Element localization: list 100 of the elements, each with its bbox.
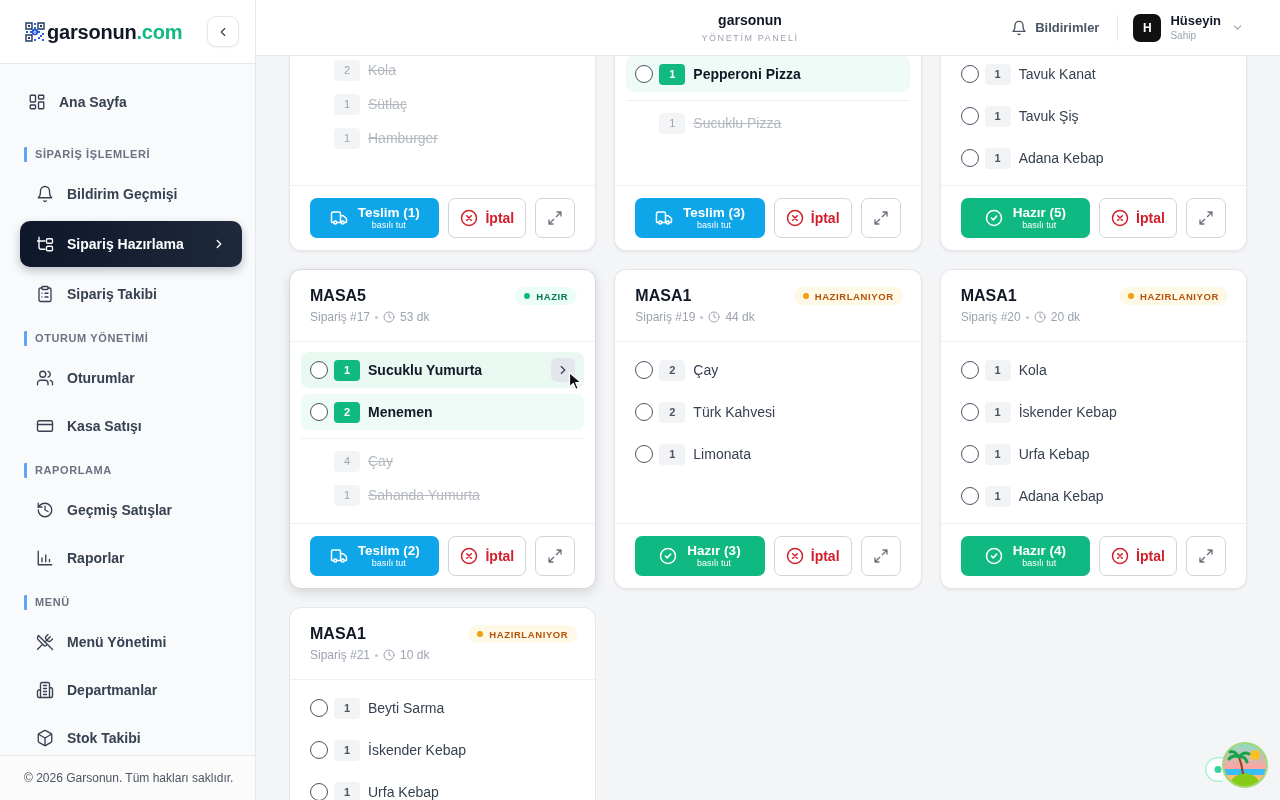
checkbox[interactable] — [960, 445, 979, 463]
table-name: MASA5 — [310, 286, 367, 306]
checkbox[interactable] — [310, 403, 328, 421]
item-name: Urfa Kebap — [368, 784, 439, 800]
item-row[interactable]: 1 Kola — [951, 352, 1235, 388]
nav-item[interactable]: Raporlar — [20, 535, 242, 581]
toggle-pill-icon[interactable] — [1205, 757, 1223, 782]
section-title: OTURUM YÖNETİMİ — [24, 331, 242, 346]
item-name: İskender Kebap — [368, 742, 467, 758]
item-name: Adana Kebap — [1018, 150, 1104, 166]
checkbox[interactable] — [960, 487, 979, 505]
checkbox[interactable] — [310, 699, 328, 717]
expand-button[interactable] — [535, 536, 576, 576]
item-row[interactable]: 1 Beyti Sarma — [301, 690, 585, 726]
nav-item[interactable]: Geçmiş Satışlar — [20, 487, 242, 533]
checkbox[interactable] — [960, 361, 979, 379]
cancel-button[interactable]: İptal — [1099, 198, 1177, 238]
item-row[interactable]: 1 Limonata — [626, 436, 910, 472]
delivered-item-name: Sütlaç — [368, 96, 407, 112]
quantity-badge: 1 — [984, 359, 1011, 381]
item-row[interactable]: 1 Tavuk Kanat — [951, 56, 1235, 92]
user-name: Hüseyin — [1170, 13, 1221, 29]
nav-item[interactable]: Departmanlar — [20, 667, 242, 713]
nav-item[interactable]: Bildirim Geçmişi — [20, 171, 242, 217]
expand-button[interactable] — [1186, 198, 1226, 238]
check-circle-icon — [984, 547, 1003, 565]
highlighted-item-row[interactable]: 1 Pepperoni Pizza — [626, 56, 910, 92]
clock-icon — [383, 311, 396, 323]
checkbox[interactable] — [635, 361, 654, 379]
item-row[interactable]: 1 İskender Kebap — [951, 394, 1235, 430]
delivered-item-name: Sucuklu Pizza — [693, 115, 782, 131]
checkbox[interactable] — [310, 783, 328, 800]
quantity-badge: 4 — [334, 450, 360, 472]
status-label: HAZIRLANIYOR — [814, 290, 894, 302]
item-row[interactable]: 2 Türk Kahvesi — [626, 394, 910, 430]
checkbox[interactable] — [635, 403, 654, 421]
elapsed-time: 20 dk — [1050, 309, 1081, 325]
nav-item[interactable]: Oturumlar — [20, 355, 242, 401]
status-dot-icon — [477, 631, 484, 637]
app-subtitle: YÖNETİM PANELİ — [701, 32, 799, 44]
item-row[interactable]: 1 Adana Kebap — [951, 478, 1235, 514]
cancel-button[interactable]: İptal — [773, 198, 852, 238]
table-name: MASA1 — [635, 286, 693, 306]
nav-item[interactable]: Menü Yönetimi — [20, 619, 242, 665]
nav-item[interactable]: Kasa Satışı — [20, 403, 242, 449]
checkbox[interactable] — [310, 741, 328, 759]
bar-chart-icon — [36, 549, 54, 567]
quantity-badge: 1 — [334, 127, 360, 149]
checkbox[interactable] — [310, 361, 328, 379]
separator-dot-icon — [700, 315, 704, 319]
item-row[interactable]: 1 İskender Kebap — [301, 732, 585, 768]
status-dot-icon — [802, 293, 809, 299]
nav-item[interactable]: Ana Sayfa — [20, 79, 242, 125]
expand-icon — [1198, 548, 1214, 564]
table-name: MASA1 — [960, 286, 1018, 306]
nav-item[interactable]: Sipariş Hazırlama — [20, 221, 242, 267]
cancel-button[interactable]: İptal — [1099, 536, 1177, 576]
item-row[interactable]: 1 Urfa Kebap — [951, 436, 1235, 472]
quantity-badge: 2 — [334, 59, 360, 81]
checkbox[interactable] — [960, 149, 979, 167]
checkbox[interactable] — [635, 445, 654, 463]
item-name: Türk Kahvesi — [693, 404, 776, 420]
checkbox[interactable] — [635, 65, 654, 83]
x-circle-icon — [785, 547, 804, 565]
item-name: Çay — [693, 362, 719, 378]
item-row[interactable]: 2 Çay — [626, 352, 910, 388]
checkbox[interactable] — [960, 107, 979, 125]
expand-icon — [547, 548, 564, 564]
expand-button[interactable] — [535, 198, 576, 238]
check-circle-icon — [984, 209, 1003, 227]
item-row[interactable]: 1 Adana Kebap — [951, 140, 1235, 176]
item-row[interactable]: 1 Urfa Kebap — [301, 774, 585, 800]
elapsed-time: 10 dk — [400, 647, 430, 663]
highlighted-item-row[interactable]: 2 Menemen — [301, 394, 585, 430]
section-title: RAPORLAMA — [24, 463, 242, 478]
nav-item[interactable]: Stok Takibi — [20, 715, 242, 755]
order-number: Sipariş #19 — [635, 309, 696, 325]
cursor-icon — [568, 371, 584, 390]
cancel-button[interactable]: İptal — [773, 536, 852, 576]
nav-item[interactable]: Sipariş Takibi — [20, 271, 242, 317]
clock-icon — [1033, 311, 1046, 323]
expand-button[interactable] — [860, 198, 901, 238]
item-name: Adana Kebap — [1018, 488, 1104, 504]
highlighted-item-row[interactable]: 1 Sucuklu Yumurta — [301, 352, 585, 388]
order-number: Sipariş #17 — [310, 309, 371, 325]
quantity-badge: 1 — [334, 484, 360, 506]
item-name: İskender Kebap — [1018, 404, 1117, 420]
notifications-button[interactable]: Bildirimler — [1011, 13, 1100, 42]
cancel-button[interactable]: İptal — [448, 198, 527, 238]
quantity-badge: 1 — [984, 485, 1011, 507]
expand-button[interactable] — [1186, 536, 1226, 576]
item-row[interactable]: 1 Tavuk Şiş — [951, 98, 1235, 134]
expand-button[interactable] — [860, 536, 901, 576]
checkbox[interactable] — [960, 403, 979, 421]
checkbox[interactable] — [960, 65, 979, 83]
item-name: Kola — [1018, 362, 1047, 378]
island-icon[interactable] — [1222, 742, 1268, 788]
quantity-badge: 2 — [659, 359, 686, 381]
cancel-button[interactable]: İptal — [448, 536, 527, 576]
elapsed-time: 53 dk — [400, 309, 430, 325]
